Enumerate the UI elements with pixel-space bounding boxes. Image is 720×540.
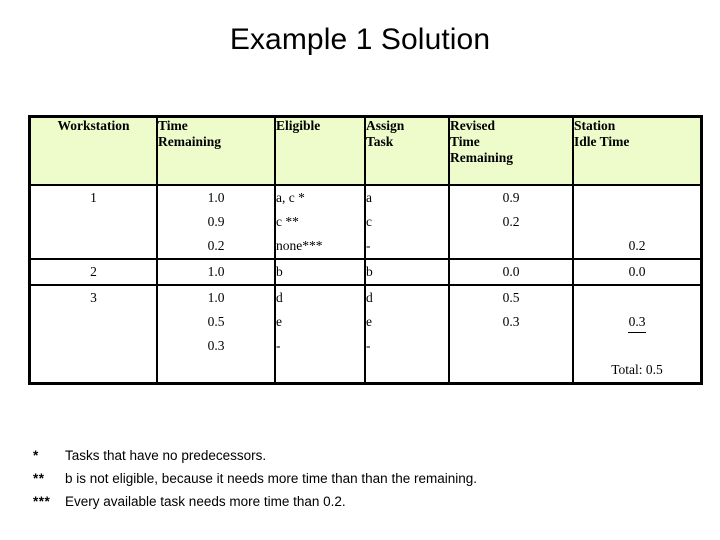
cell-line: - xyxy=(366,238,371,253)
cell-line: - xyxy=(366,338,371,353)
cell-line: 0.2 xyxy=(502,214,520,229)
column-header-station-idle-time: Station Idle Time xyxy=(573,118,700,186)
table-row: 2 1.0 b b 0.0 0.0 xyxy=(31,259,700,286)
column-header-line: Time xyxy=(158,118,188,133)
cell-line: 0.5 xyxy=(502,290,520,305)
table-header-row: Workstation Time Remaining Eligible Assig… xyxy=(31,118,700,186)
cell-assign_task: ac - xyxy=(365,185,450,260)
table-row: 1 1.0 0.9 0.2 a, c * c ** none*** a c - 0.9 0.2 0.2 xyxy=(31,185,700,260)
cell-station_idle: 0.0 xyxy=(573,259,700,286)
footnote-text: Tasks that have no predecessors. xyxy=(65,448,267,463)
column-header-line: Task xyxy=(366,134,394,149)
cell-revised_time: 0.0 xyxy=(449,259,574,286)
column-header-line: Time xyxy=(450,134,480,149)
cell-line: e xyxy=(366,314,372,329)
footnote-marker: ** xyxy=(33,471,45,486)
cell-line: a xyxy=(366,190,372,205)
cell-assign_task: de - xyxy=(365,285,450,382)
cell-eligible: a, c * c ** none*** xyxy=(275,185,366,260)
cell-line: 2 xyxy=(90,264,97,279)
cell-line: e xyxy=(276,314,282,329)
cell-line: c xyxy=(366,214,372,229)
column-header-assign-task: Assign Task xyxy=(365,118,450,186)
cell-workstation: 1 xyxy=(31,185,158,260)
column-header-line: Eligible xyxy=(276,118,321,133)
footnotes: * Tasks that have no predecessors. ** b is … xyxy=(33,444,693,513)
cell-line: 0.5 xyxy=(207,314,225,329)
cell-line: b xyxy=(366,264,373,279)
page-title: Example 1 Solution xyxy=(229,23,491,56)
cell-station_idle: 0.2 xyxy=(573,185,700,260)
total-label: Total: 0.5 xyxy=(611,362,663,377)
cell-line: 0.3 xyxy=(207,338,225,353)
column-header-line: Assign xyxy=(366,118,405,133)
cell-eligible: b xyxy=(275,259,366,286)
footnote-row: ** b is not eligible, because it needs mo… xyxy=(33,467,693,490)
table-row: 3 1.0 0.5 0.3 d e - d e -0.5 0.3 0.3 Total: 0.5 xyxy=(31,285,700,382)
cell-line: c ** xyxy=(276,214,299,229)
footnote-text: Every available task needs more time tha… xyxy=(65,494,346,509)
cell-time_remaining: 1.0 0.9 0.2 xyxy=(157,185,276,260)
solution-table-element: Workstation Time Remaining Eligible Assig… xyxy=(31,118,700,382)
column-header-line: Revised xyxy=(450,118,495,133)
footnote-marker: *** xyxy=(33,494,51,509)
cell-line: 0.0 xyxy=(502,264,520,279)
cell-line: 0.3 xyxy=(574,310,700,334)
cell-eligible: de - xyxy=(275,285,366,382)
cell-line: b xyxy=(276,264,283,279)
cell-line: 1.0 xyxy=(207,264,225,279)
column-header-line: Station xyxy=(574,118,616,133)
column-header-line: Remaining xyxy=(158,134,222,149)
underlined-value: 0.3 xyxy=(627,313,647,333)
column-header-revised-time: Revised Time Remaining xyxy=(449,118,574,186)
footnote-row: *** Every available task needs more time … xyxy=(33,490,693,513)
cell-line: 1 xyxy=(90,190,97,205)
column-header-line: Workstation xyxy=(57,118,130,133)
cell-line: 0.2 xyxy=(628,238,646,253)
cell-assign_task: b xyxy=(365,259,450,286)
cell-line: d xyxy=(366,290,373,305)
cell-line: 0.3 xyxy=(502,314,520,329)
cell-line: 3 xyxy=(90,290,97,305)
cell-line: 0.2 xyxy=(207,238,225,253)
solution-table: Workstation Time Remaining Eligible Assig… xyxy=(28,115,703,385)
cell-station_idle: 0.3 Total: 0.5 xyxy=(573,285,700,382)
column-header-time-remaining: Time Remaining xyxy=(157,118,276,186)
footnote-marker: * xyxy=(33,448,39,463)
cell-line: - xyxy=(276,338,281,353)
footnote-text: b is not eligible, because it needs more… xyxy=(65,471,477,486)
cell-line: 0.0 xyxy=(628,264,646,279)
cell-line: 0.9 xyxy=(502,190,520,205)
table-header: Workstation Time Remaining Eligible Assig… xyxy=(31,118,700,186)
footnote-row: * Tasks that have no predecessors. xyxy=(33,444,693,467)
cell-line: none*** xyxy=(276,238,323,253)
cell-revised_time: 0.5 0.3 xyxy=(449,285,574,382)
cell-line: d xyxy=(276,290,283,305)
cell-line: 1.0 xyxy=(207,190,225,205)
table-body: 1 1.0 0.9 0.2 a, c * c ** none*** a c - 0.9 0.2 0.2… xyxy=(31,185,700,382)
cell-line: 1.0 xyxy=(207,290,225,305)
cell-line: 0.9 xyxy=(207,214,225,229)
column-header-eligible: Eligible xyxy=(275,118,366,186)
cell-workstation: 2 xyxy=(31,259,158,286)
cell-revised_time: 0.9 0.2 xyxy=(449,185,574,260)
cell-workstation: 3 xyxy=(31,285,158,382)
cell-line: a, c * xyxy=(276,190,305,205)
cell-time_remaining: 1.0 xyxy=(157,259,276,286)
column-header-line: Remaining xyxy=(450,150,514,165)
column-header-line: Idle Time xyxy=(574,134,630,149)
column-header-workstation: Workstation xyxy=(31,118,158,186)
cell-time_remaining: 1.0 0.5 0.3 xyxy=(157,285,276,382)
